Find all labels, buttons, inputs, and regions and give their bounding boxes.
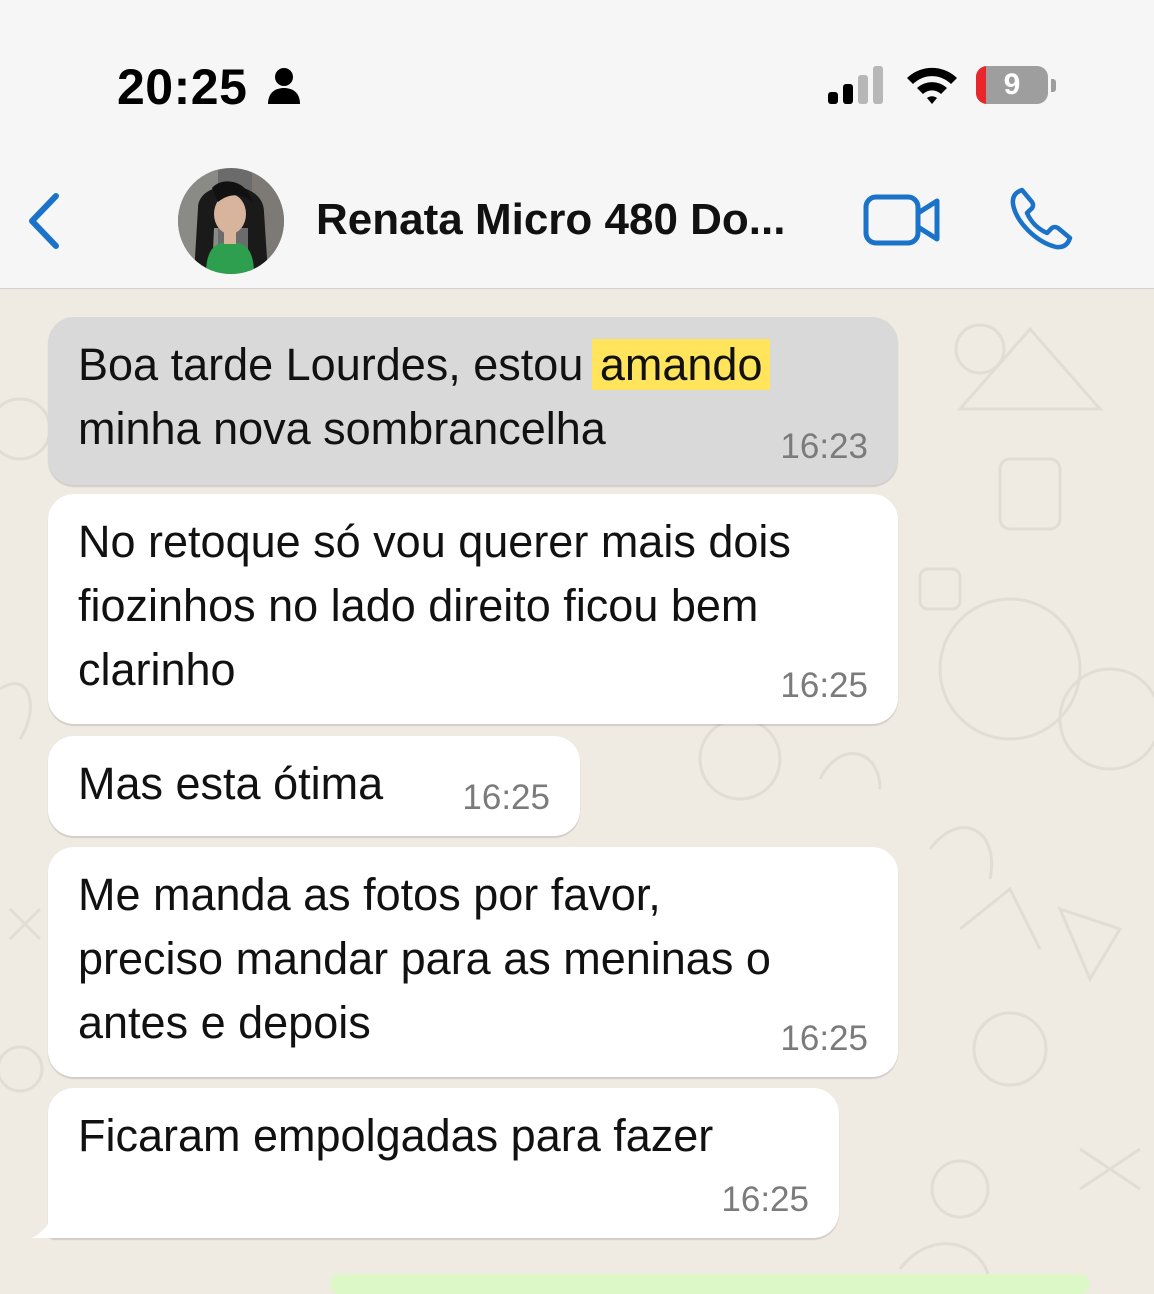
message-timestamp: 16:25 (780, 666, 868, 705)
wifi-icon (907, 67, 957, 104)
message-text-line: preciso mandar para as meninas o (78, 933, 771, 984)
outgoing-bubble-edge (330, 1274, 1090, 1294)
message-text-line: Ficaram empolgadas para fazer (78, 1110, 714, 1161)
message-text-line: Me manda as fotos por favor, (78, 869, 661, 920)
contact-avatar[interactable] (178, 168, 284, 274)
battery-icon: 9 (976, 66, 1056, 106)
message-bubble[interactable]: Ficaram empolgadas para fazer 16:25 (48, 1088, 839, 1238)
message-bubble[interactable]: No retoque só vou querer mais dois fiozi… (48, 494, 898, 724)
message-text: Ficaram empolgadas para fazer (78, 1104, 713, 1168)
battery-cap (1051, 79, 1056, 92)
message-text-line: No retoque só vou querer mais dois (78, 516, 791, 567)
person-icon (268, 68, 300, 104)
message-text-prefix: Boa tarde Lourdes, estou (78, 339, 596, 390)
message-text: Mas esta ótima (78, 752, 383, 816)
battery-percentage: 9 (1003, 68, 1021, 101)
avatar-photo (178, 168, 284, 274)
contact-name[interactable]: Renata Micro 480 Do... (316, 195, 785, 245)
back-chevron-icon[interactable] (22, 190, 64, 252)
message-bubble[interactable]: Mas esta ótima 16:25 (48, 736, 580, 836)
status-time: 20:25 (117, 59, 248, 115)
message-text: Boa tarde Lourdes, estou amando minha no… (78, 333, 771, 461)
message-text-line: Mas esta ótima (78, 758, 384, 809)
bubble-tail (32, 1190, 88, 1238)
message-text: No retoque só vou querer mais dois fiozi… (78, 510, 791, 702)
chat-area[interactable]: Boa tarde Lourdes, estou amando minha no… (0, 289, 1154, 1280)
message-text: Me manda as fotos por favor, preciso man… (78, 863, 771, 1055)
message-timestamp: 16:23 (780, 427, 868, 466)
message-text-line: minha nova sombrancelha (78, 403, 606, 454)
message-text-line: fiozinhos no lado direito ficou bem (78, 580, 759, 631)
battery-body: 9 (976, 66, 1048, 104)
message-bubble[interactable]: Me manda as fotos por favor, preciso man… (48, 847, 898, 1077)
message-text-line: antes e depois (78, 997, 371, 1048)
message-text-line: clarinho (78, 644, 236, 695)
message-timestamp: 16:25 (721, 1180, 809, 1219)
status-bar: 20:25 9 (0, 0, 1154, 150)
search-highlight: amando (591, 339, 771, 390)
message-timestamp: 16:25 (780, 1019, 868, 1058)
video-call-icon[interactable] (863, 193, 941, 247)
message-timestamp: 16:25 (462, 778, 550, 817)
message-bubble[interactable]: Boa tarde Lourdes, estou amando minha no… (48, 317, 898, 485)
phone-call-icon[interactable] (1008, 186, 1074, 252)
cellular-signal-icon (828, 66, 883, 104)
